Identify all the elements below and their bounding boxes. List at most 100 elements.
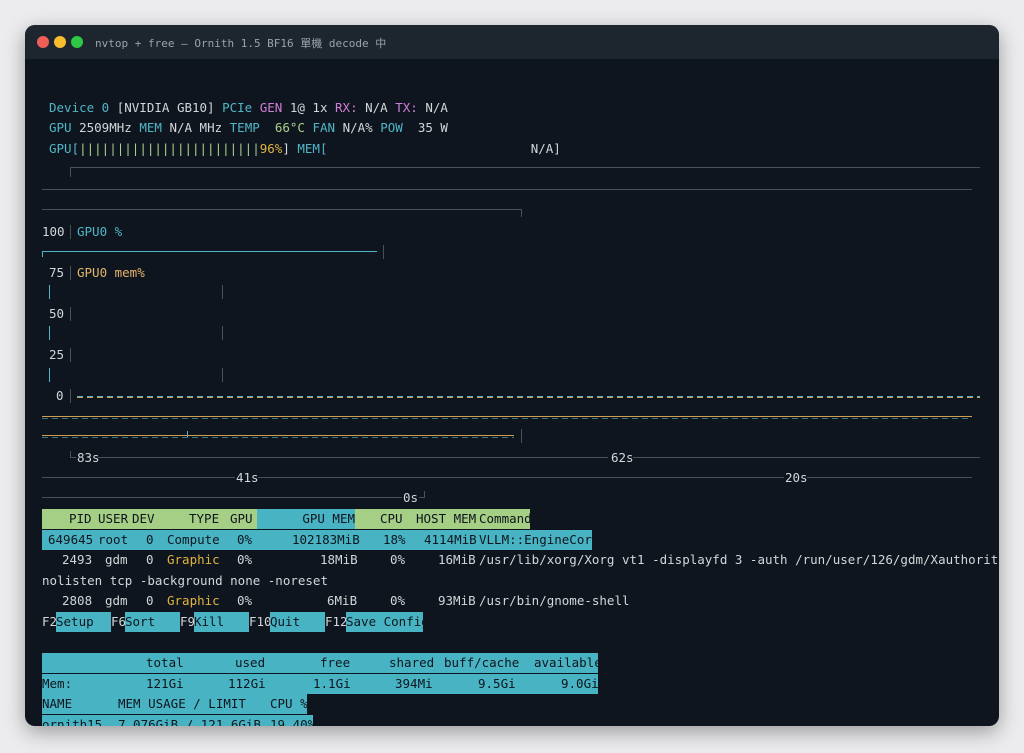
plot-bottom-cyan-2 [42,437,514,438]
plot-marker [187,431,188,437]
free-header-row: total used free shared buff/cache available [42,653,602,673]
device-line: Device 0 [NVIDIA GB10] PCIe GEN 1@ 1x RX… [49,98,448,118]
col-host-mem[interactable]: HOST MEM [416,509,476,529]
device-prefix: Device 0 [49,100,117,115]
x-tick-41s: 41s [236,470,259,485]
gen-label: GEN [259,100,290,115]
device-name: [NVIDIA GB10] [116,100,215,115]
minimize-window-button[interactable] [54,36,66,48]
y-axis-seg-3 [70,307,71,321]
mem-bar-label: MEM[ [297,141,328,156]
proc-header-right: CPU HOST MEM Command [355,509,532,529]
col-command[interactable]: Command [479,509,532,529]
plot-tick-3 [222,368,223,382]
free-col-shared: shared [389,655,435,670]
row-pid: 649645 [48,532,94,547]
table-row[interactable]: 2808 gdm 0 Graphic 0% 6MiB 0% 93MiB/usr/bin/gno… [42,591,982,611]
col-cpu[interactable]: CPU [380,509,403,529]
row-cpu: 18% [383,532,406,547]
col-dev[interactable]: DEV [132,509,155,529]
plot-bottom-orange-2 [42,435,514,436]
row-command: /usr/bin/gnome-shell [479,593,630,608]
plot-tick-2 [222,326,223,340]
x-axis-seg-2 [633,457,980,458]
col-type[interactable]: TYPE [189,509,219,529]
row-gpu: 0% [237,593,253,608]
temp-value: 66°C [274,120,313,135]
free-col-available: available [534,655,602,670]
row-pid: 2493 [62,552,93,567]
fan-value: N/A% [342,120,381,135]
col-pid[interactable]: PID [69,509,92,529]
free-row-label: Mem: [42,676,73,691]
y-tick-100: 100 [42,224,65,239]
y-tick-75: 75 [49,265,65,280]
row-user: gdm [105,552,128,567]
quit-button[interactable]: Quit [270,612,325,632]
window-title: nvtop + free — Ornith 1.5 BF16 單機 decode… [95,37,387,50]
plot-bottom-orange [42,416,972,417]
docker-col-mem: MEM USAGE / LIMIT [118,696,246,711]
tx-label: TX: [395,100,426,115]
row-gpu-mem: 18MiB [320,552,358,567]
free-used: 112Gi [228,676,266,691]
y-axis-seg-4 [70,348,71,362]
maximize-window-button[interactable] [71,36,83,48]
plot-bottom-cyan [42,418,972,419]
y-axis-seg-1 [70,225,71,239]
x-tick-62s: 62s [611,450,634,465]
col-gpu-mem[interactable]: GPU MEM [302,509,355,529]
gpu-clock-value: 2509MHz [79,120,140,135]
x-axis-seg-6 [42,497,402,498]
kill-button[interactable]: Kill [194,612,249,632]
row-user: root [98,532,129,547]
gpu-bar-label: GPU[ [49,141,80,156]
fkey-f6-key: F6 [111,614,127,629]
free-available: 9.0Gi [561,676,599,691]
x-axis-seg-4 [258,477,784,478]
free-total: 121Gi [146,676,184,691]
legend-gpu-mem: GPU0 mem% [77,265,145,280]
save-config-button[interactable]: Save Config [346,612,429,632]
table-row[interactable]: 649645 root 0 Compute 0% 102183MiB 18% 4114MiB V… [42,530,599,550]
proc-header-sorted: GPU MEM [257,509,355,529]
table-row[interactable]: 2493 gdm 0 Graphic 0% 18MiB 0% 16MiB/usr/lib/xo… [42,550,999,570]
row-user: gdm [105,593,128,608]
free-buff-cache: 9.5Gi [478,676,516,691]
y-tick-0: 0 [56,388,64,403]
setup-button[interactable]: Setup [56,612,111,632]
row-type: Graphic [167,593,220,608]
rx-label: RX: [335,100,366,115]
row-dev: 0 [146,552,154,567]
sort-button[interactable]: Sort [125,612,180,632]
row-cpu: 0% [390,552,406,567]
docker-col-name: NAME [42,696,73,711]
fan-label: FAN [312,120,343,135]
row-command: /usr/lib/xorg/Xorg vt1 -displayfd 3 -aut… [479,552,999,567]
mem-bar-value: N/A] [530,141,561,156]
fkey-f10-key: F10 [249,614,272,629]
y-axis-seg-5 [70,389,71,403]
row-gpu-mem: 102183MiB [292,532,360,547]
row-dev: 0 [146,593,154,608]
docker-row: ornith15 7.076GiB / 121.6GiB 19.40% [42,715,315,726]
x-tick-0s: 0s [403,490,419,505]
col-user[interactable]: USER [98,509,128,529]
docker-name: ornith15 [42,717,103,726]
plot-tick-1 [222,285,223,299]
docker-col-cpu: CPU % [270,696,308,711]
docker-mem: 7.076GiB / 121.6GiB [118,717,261,726]
row-host-mem: 16MiB [438,552,476,567]
row-host-mem: 4114MiB [424,532,477,547]
close-window-button[interactable] [37,36,49,48]
gpu-mem-series-line [77,397,980,398]
col-gpu[interactable]: GPU [230,509,253,529]
plot-frame-corner [70,167,71,177]
row-command-continuation: nolisten tcp -background none -noreset [42,573,328,588]
free-col-free: free [320,655,351,670]
plot-frame-rule [42,189,972,190]
row-type: Graphic [167,552,220,567]
plot-frame-rule-2 [42,209,522,210]
row-type: Compute [167,532,220,547]
pow-value: 35 W [417,120,448,135]
